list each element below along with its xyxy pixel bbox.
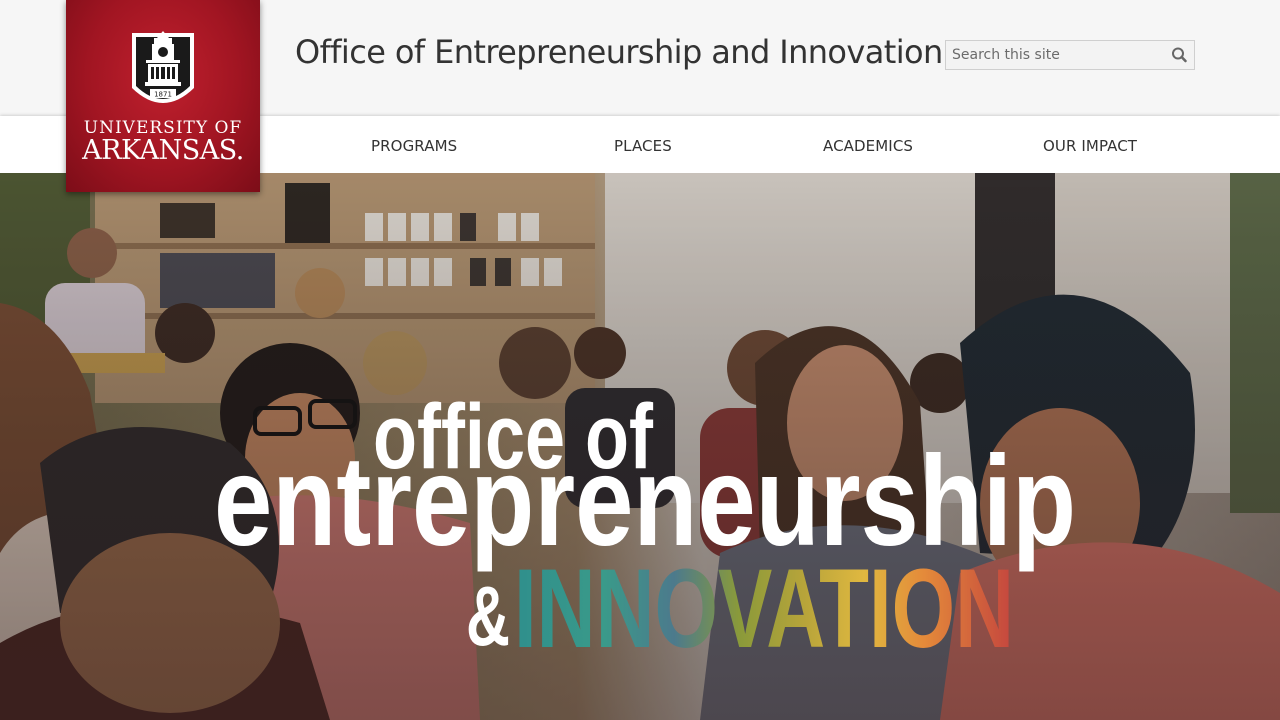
seal-year: 1871 xyxy=(154,91,172,99)
nav-item-places[interactable]: PLACES xyxy=(614,137,672,155)
hero-ampersand: & xyxy=(466,569,510,663)
search-button[interactable] xyxy=(1170,46,1190,64)
nav-item-academics[interactable]: ACADEMICS xyxy=(823,137,913,155)
search-icon xyxy=(1172,47,1187,63)
logo-line-2: ARKANSAS. xyxy=(82,135,244,166)
hero-banner: office of entrepreneurship & INNOVATION xyxy=(0,173,1280,720)
search-input[interactable] xyxy=(946,41,1166,69)
site-title[interactable]: Office of Entrepreneurship and Innovatio… xyxy=(295,33,943,71)
old-main-seal-icon: 1871 xyxy=(132,31,194,103)
search-form xyxy=(945,40,1195,70)
hero-photo: office of entrepreneurship & INNOVATION xyxy=(0,173,1280,720)
nav-item-our-impact[interactable]: OUR IMPACT xyxy=(1043,137,1137,155)
university-logo[interactable]: 1871 UNIVERSITY OF ARKANSAS. xyxy=(66,0,260,192)
nav-item-programs[interactable]: PROGRAMS xyxy=(371,137,457,155)
hero-line-3: INNOVATION xyxy=(514,546,1014,671)
